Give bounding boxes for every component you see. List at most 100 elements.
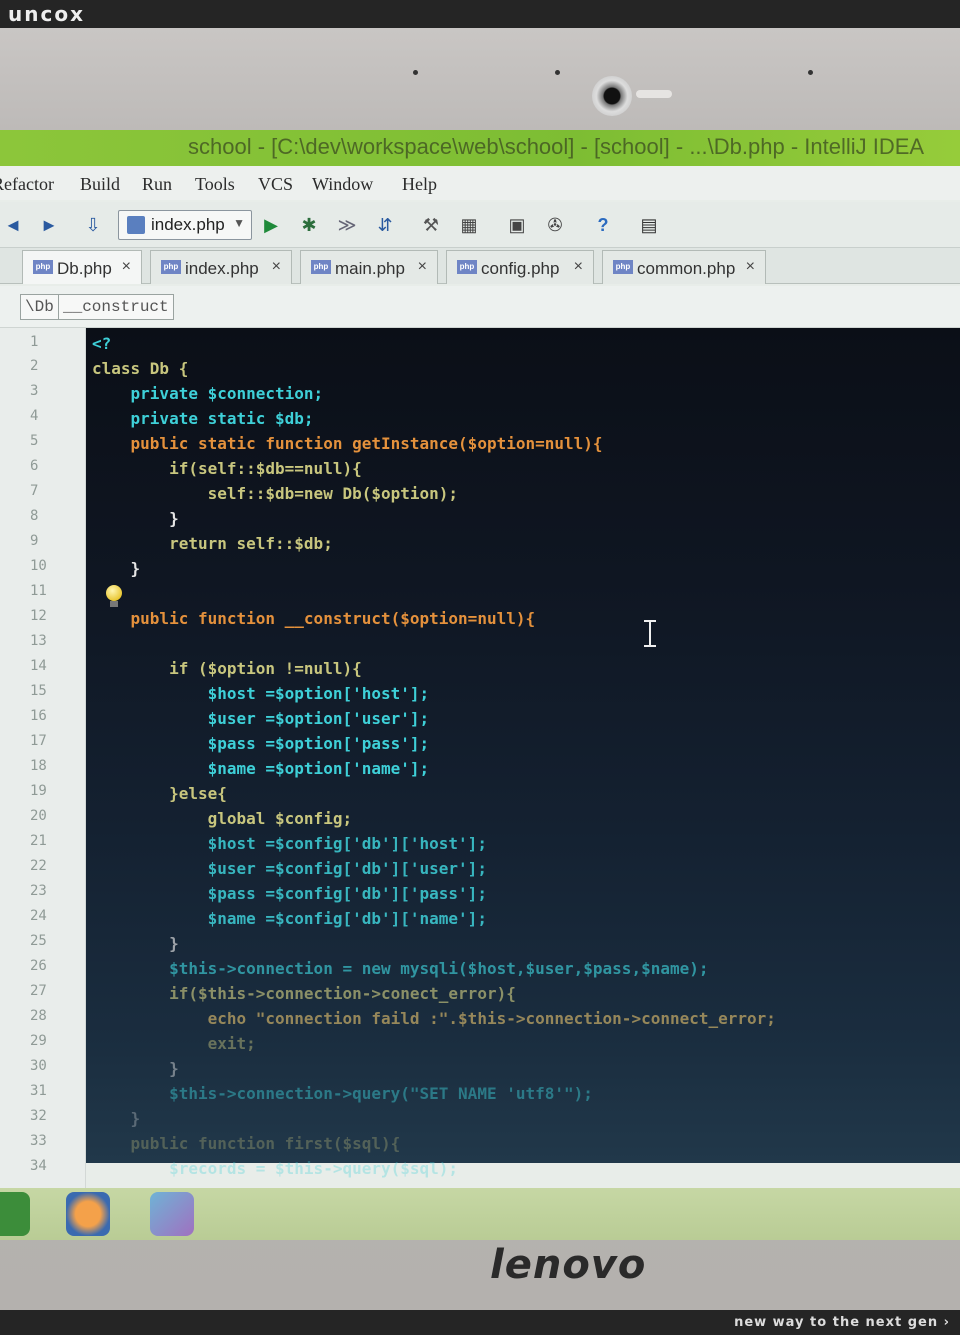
code-line: } <box>92 559 141 578</box>
coverage-icon[interactable]: ≫ <box>334 212 360 238</box>
line-number: 18 <box>30 758 47 774</box>
watermark-top-bar: uncox <box>0 0 960 28</box>
line-number: 23 <box>30 883 47 899</box>
code-line: exit; <box>92 1034 256 1053</box>
debug-icon[interactable]: ✱ <box>296 212 322 238</box>
code-line: public function __construct($option=null… <box>92 609 536 628</box>
menu-help[interactable]: Help <box>402 174 437 195</box>
line-number: 31 <box>30 1083 47 1099</box>
php-file-icon: php <box>613 260 633 274</box>
code-line: } <box>92 1059 179 1078</box>
close-icon[interactable]: × <box>574 258 583 276</box>
close-icon[interactable]: × <box>122 258 131 276</box>
line-number: 11 <box>30 583 47 599</box>
close-icon[interactable]: × <box>272 258 281 276</box>
tab-main-php[interactable]: php main.php × <box>300 250 438 284</box>
settings-icon[interactable]: ⚒ <box>418 212 444 238</box>
menu-build[interactable]: Build <box>80 174 120 195</box>
run-icon[interactable]: ▶ <box>258 212 284 238</box>
intellij-idea-icon[interactable] <box>150 1192 194 1236</box>
line-number: 29 <box>30 1033 47 1049</box>
make-project-icon[interactable]: ⇩ <box>80 212 106 238</box>
code-line: $pass =$option['pass']; <box>92 734 430 753</box>
code-line: if($this->connection->conect_error){ <box>92 984 516 1003</box>
line-number: 34 <box>30 1158 47 1174</box>
code-line: return self::$db; <box>92 534 333 553</box>
run-configuration-select[interactable]: index.php ▼ <box>118 210 252 240</box>
close-icon[interactable]: × <box>746 258 755 276</box>
tab-label: config.php <box>481 259 560 278</box>
menu-bar: Refactor Build Run Tools VCS Window Help <box>0 166 960 200</box>
back-icon[interactable]: ◄ <box>0 212 26 238</box>
line-number: 3 <box>30 383 39 399</box>
code-line: <? <box>92 334 112 353</box>
code-line: } <box>92 934 179 953</box>
line-number: 20 <box>30 808 47 824</box>
code-line: private static $db; <box>92 409 314 428</box>
sensor-dot <box>555 70 560 75</box>
tab-common-php[interactable]: php common.php × <box>602 250 766 284</box>
help-icon[interactable]: ? <box>590 212 616 238</box>
line-number: 16 <box>30 708 47 724</box>
breadcrumb-class[interactable]: \Db <box>20 294 59 320</box>
menu-run[interactable]: Run <box>142 174 172 195</box>
line-number: 19 <box>30 783 47 799</box>
code-line: $pass =$config['db']['pass']; <box>92 884 487 903</box>
sensor-dot <box>413 70 418 75</box>
line-number: 26 <box>30 958 47 974</box>
code-line: public static function getInstance($opti… <box>92 434 603 453</box>
line-number: 8 <box>30 508 39 524</box>
webcam <box>592 76 632 116</box>
php-file-icon: php <box>161 260 181 274</box>
line-number: 4 <box>30 408 39 424</box>
main-toolbar: ◄ ► ⇩ index.php ▼ ▶ ✱ ≫ ⇵ ⚒ ▦ ▣ ✇ ? ▤ <box>0 202 960 248</box>
line-number: 7 <box>30 483 39 499</box>
code-line: $this->connection = new mysqli($host,$us… <box>92 959 709 978</box>
code-line: private $connection; <box>92 384 324 403</box>
tab-db-php[interactable]: php Db.php × <box>22 250 142 284</box>
menu-vcs[interactable]: VCS <box>258 174 293 195</box>
start-button-icon[interactable] <box>0 1192 30 1236</box>
forward-icon[interactable]: ► <box>36 212 62 238</box>
intention-lightbulb-icon[interactable] <box>106 585 122 607</box>
close-icon[interactable]: × <box>418 258 427 276</box>
menu-refactor[interactable]: Refactor <box>0 174 54 195</box>
line-number: 27 <box>30 983 47 999</box>
code-line: $records = $this->query($sql); <box>92 1159 459 1178</box>
tab-label: main.php <box>335 259 405 278</box>
chevron-down-icon: ▼ <box>233 216 245 230</box>
code-line: public function first($sql){ <box>92 1134 401 1153</box>
php-file-icon <box>127 216 145 234</box>
code-editor[interactable]: <? class Db { private $connection; priva… <box>86 328 960 1178</box>
code-line: self::$db=new Db($option); <box>92 484 459 503</box>
sdk-manager-icon[interactable]: ▣ <box>504 212 530 238</box>
code-line: } <box>92 509 179 528</box>
window-title: school - [C:\dev\workspace\web\school] -… <box>188 134 925 159</box>
line-number: 32 <box>30 1108 47 1124</box>
code-line: $name =$config['db']['name']; <box>92 909 487 928</box>
android-icon[interactable]: ✇ <box>542 212 568 238</box>
tab-index-php[interactable]: php index.php × <box>150 250 292 284</box>
breadcrumb-method[interactable]: __construct <box>58 294 174 320</box>
vcs-update-icon[interactable]: ⇵ <box>372 212 398 238</box>
code-line: $user =$option['user']; <box>92 709 430 728</box>
code-line: echo "connection faild :".$this->connect… <box>92 1009 776 1028</box>
line-number: 12 <box>30 608 47 624</box>
line-number: 21 <box>30 833 47 849</box>
code-line: }else{ <box>92 784 227 803</box>
project-structure-icon[interactable]: ▦ <box>456 212 482 238</box>
firefox-icon[interactable] <box>66 1192 110 1236</box>
code-line: $this->connection->query("SET NAME 'utf8… <box>92 1084 593 1103</box>
terminal-icon[interactable]: ▤ <box>636 212 662 238</box>
tab-label: common.php <box>637 259 736 278</box>
menu-tools[interactable]: Tools <box>195 174 235 195</box>
code-line: class Db { <box>92 359 189 378</box>
code-line: $name =$option['name']; <box>92 759 430 778</box>
line-number: 1 <box>30 334 39 350</box>
code-line: $host =$config['db']['host']; <box>92 834 487 853</box>
tab-config-php[interactable]: php config.php × <box>446 250 594 284</box>
line-number: 22 <box>30 858 47 874</box>
watermark-slogan: new way to the next gen › <box>734 1315 950 1330</box>
tab-label: index.php <box>185 259 259 278</box>
menu-window[interactable]: Window <box>312 174 373 195</box>
